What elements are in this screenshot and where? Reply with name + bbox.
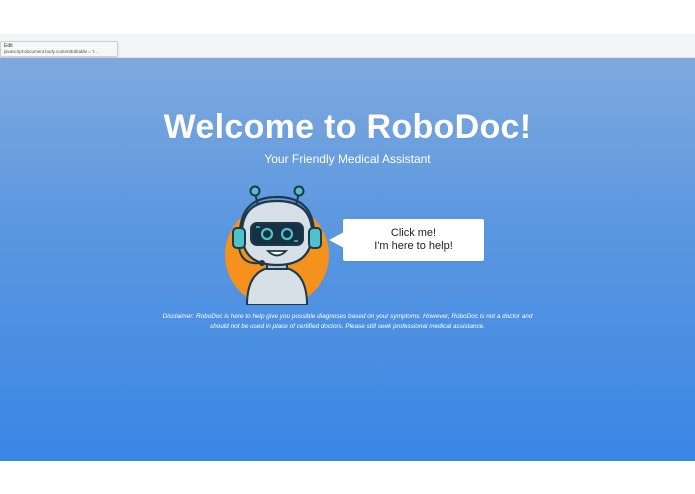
window-bottom-strip [0,461,695,494]
window-top-strip [0,0,695,34]
headphone-right [308,227,322,249]
antenna-left [249,185,261,197]
page-title: Welcome to RoboDoc! [163,108,532,146]
help-speech-bubble[interactable]: Click me! I'm here to help! [329,219,484,261]
headphone-left [232,227,246,249]
landing-page: Welcome to RoboDoc! Your Friendly Medica… [0,58,695,461]
tooltip-url: javascript:document.body.contentEditable… [4,49,98,54]
bubble-line-2: I'm here to help! [374,240,453,252]
bubble-line-1: Click me! [390,227,437,239]
disclaimer-text: Disclaimer: RoboDoc is here to help give… [162,313,533,330]
antenna-right [293,185,305,197]
page-subtitle: Your Friendly Medical Assistant [264,152,431,166]
robot-doctor-icon[interactable] [222,183,332,305]
bookmark-tooltip: Edit javascript:document.body.contentEdi… [0,41,118,57]
